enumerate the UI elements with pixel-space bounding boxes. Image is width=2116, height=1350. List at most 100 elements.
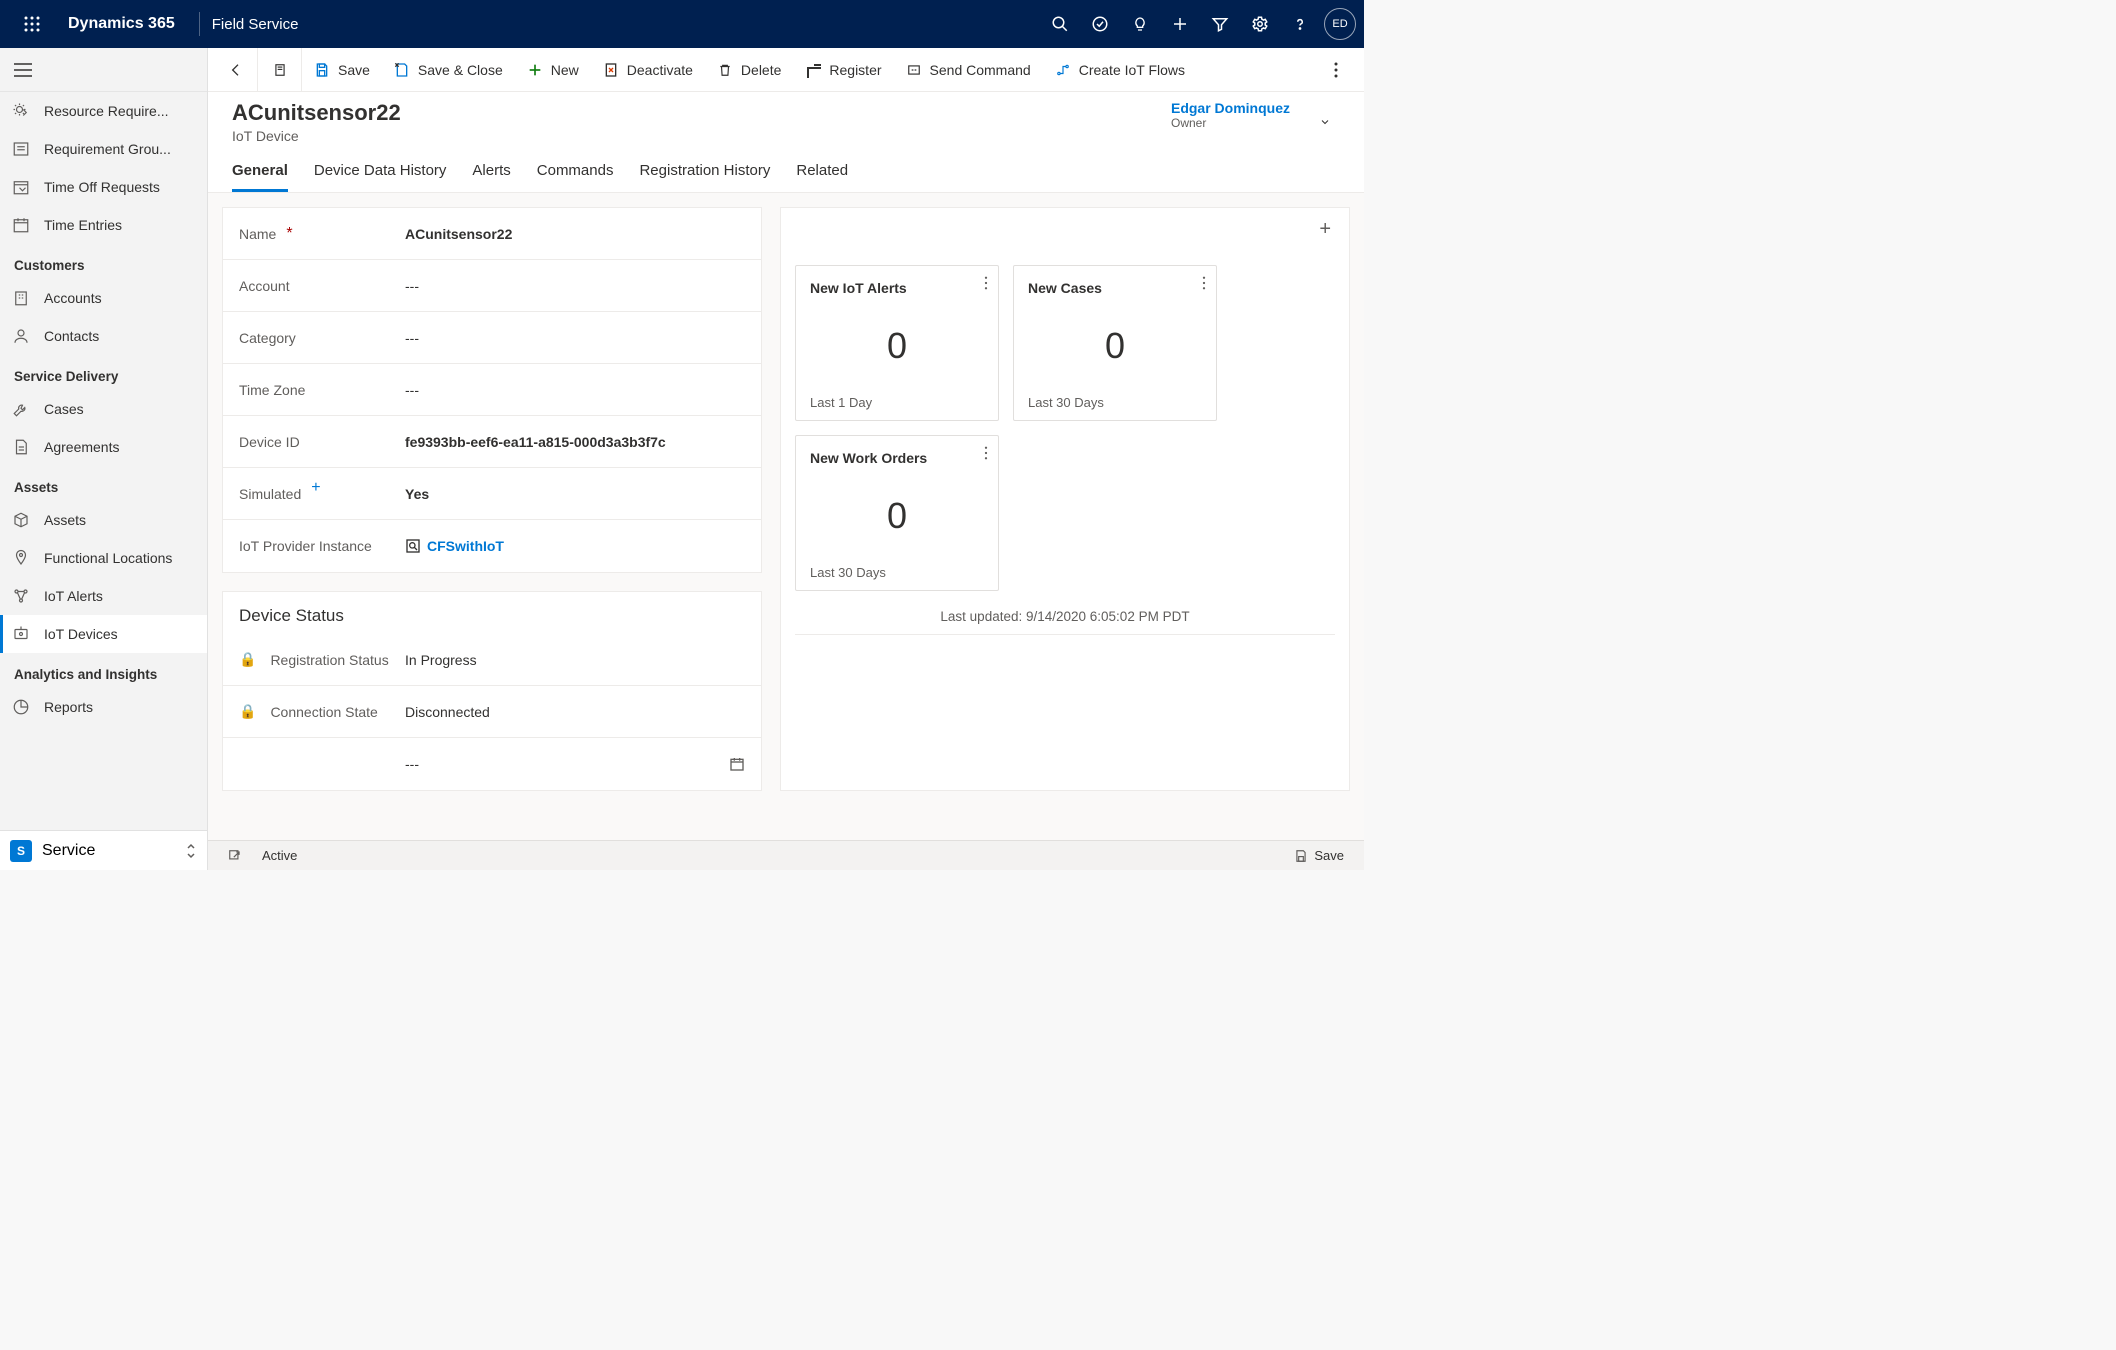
status-label[interactable]: Active [252,848,307,863]
tile-more-icon[interactable] [1202,276,1206,290]
help-icon[interactable] [1280,0,1320,48]
chevron-down-icon[interactable] [1310,110,1340,134]
nav-item-functional-locations[interactable]: Functional Locations [0,539,207,577]
search-icon[interactable] [1040,0,1080,48]
provider-field[interactable]: IoT Provider Instance CFSwithIoT [223,520,761,572]
nav-item-label: Reports [44,699,93,715]
save-close-button[interactable]: Save & Close [382,48,515,92]
save-status-button[interactable]: Save [1284,848,1354,863]
device-status-section: Device Status 🔒Registration Status In Pr… [222,591,762,791]
status-bar: Active Save [208,840,1364,870]
tile-footer: Last 1 Day [810,395,984,410]
tile-footer: Last 30 Days [1028,395,1202,410]
tile-value: 0 [810,296,984,395]
tab-alerts[interactable]: Alerts [472,156,510,192]
nav-item-requirement-grou-[interactable]: Requirement Grou... [0,130,207,168]
nav-item-reports[interactable]: Reports [0,688,207,726]
summary-tile[interactable]: New IoT Alerts0Last 1 Day [795,265,999,421]
record-subtitle: IoT Device [232,128,401,144]
nav-item-label: Accounts [44,290,102,306]
record-title: ACunitsensor22 [232,100,401,126]
nav-item-label: Time Off Requests [44,179,160,195]
plus-icon [527,62,543,78]
area-switcher[interactable]: S Service [0,830,207,870]
account-field[interactable]: Account --- [223,260,761,312]
tile-more-icon[interactable] [984,446,988,460]
tile-more-icon[interactable] [984,276,988,290]
content-area: Save Save & Close New Deactivate Delete … [208,48,1364,870]
cube-icon [12,511,30,529]
nav-section-label: Analytics and Insights [0,653,207,688]
owner-label: Owner [1171,116,1290,130]
owner-field[interactable]: Edgar Dominquez Owner [1171,100,1310,130]
more-commands-icon[interactable] [1314,48,1358,92]
nav-item-iot-devices[interactable]: IoT Devices [0,615,207,653]
calendar-check-icon [12,178,30,196]
deactivate-button[interactable]: Deactivate [591,48,705,92]
pin-icon [12,549,30,567]
back-button[interactable] [214,48,258,92]
deactivate-icon [603,62,619,78]
save-close-icon [394,62,410,78]
hamburger-icon[interactable] [0,48,207,92]
lightbulb-icon[interactable] [1120,0,1160,48]
chart-icon [12,698,30,716]
top-navigation-bar: Dynamics 365 Field Service ED [0,0,1364,48]
brand-label[interactable]: Dynamics 365 [56,15,187,33]
tab-device-data-history[interactable]: Device Data History [314,156,447,192]
chevron-updown-icon [185,843,197,859]
summary-panel: + New IoT Alerts0Last 1 DayNew Cases0Las… [780,207,1350,791]
registration-status-field: 🔒Registration Status In Progress [223,634,761,686]
nav-item-cases[interactable]: Cases [0,390,207,428]
trash-icon [717,62,733,78]
delete-button[interactable]: Delete [705,48,793,92]
app-name-label[interactable]: Field Service [212,16,299,33]
send-command-button[interactable]: Send Command [894,48,1043,92]
open-in-new-icon[interactable] [258,48,302,92]
add-tile-icon[interactable]: + [795,218,1335,241]
person-icon [12,327,30,345]
nav-section-label: Service Delivery [0,355,207,390]
name-field[interactable]: Name* ACunitsensor22 [223,208,761,260]
user-avatar[interactable]: ED [1324,8,1356,40]
plus-icon[interactable] [1160,0,1200,48]
filter-icon[interactable] [1200,0,1240,48]
nav-item-time-entries[interactable]: Time Entries [0,206,207,244]
new-button[interactable]: New [515,48,591,92]
nav-item-assets[interactable]: Assets [0,501,207,539]
tab-commands[interactable]: Commands [537,156,614,192]
tab-general[interactable]: General [232,156,288,192]
deviceid-field[interactable]: Device ID fe9393bb-eef6-ea11-a815-000d3a… [223,416,761,468]
lookup-icon [405,538,421,554]
simulated-field[interactable]: Simulated+ Yes [223,468,761,520]
nav-item-label: Contacts [44,328,99,344]
summary-tile[interactable]: New Work Orders0Last 30 Days [795,435,999,591]
lock-icon: 🔒 [239,651,256,668]
category-field[interactable]: Category --- [223,312,761,364]
nav-item-label: Time Entries [44,217,122,233]
nav-item-iot-alerts[interactable]: IoT Alerts [0,577,207,615]
connection-state-field: 🔒Connection State Disconnected [223,686,761,738]
register-button[interactable]: Register [793,48,893,92]
calendar-icon[interactable] [729,756,745,772]
form-tabs: General Device Data History Alerts Commands… [208,144,1364,193]
nav-item-contacts[interactable]: Contacts [0,317,207,355]
popout-icon[interactable] [218,849,252,863]
gear-arrow-icon [12,102,30,120]
flow-icon [1055,62,1071,78]
timezone-field[interactable]: Time Zone --- [223,364,761,416]
save-button[interactable]: Save [302,48,382,92]
left-navigation: Resource Require...Requirement Grou... Ti… [0,48,208,870]
tab-related[interactable]: Related [796,156,848,192]
extra-field[interactable]: --- [223,738,761,790]
settings-icon[interactable] [1240,0,1280,48]
summary-tile[interactable]: New Cases0Last 30 Days [1013,265,1217,421]
app-launcher-icon[interactable] [8,0,56,48]
nav-item-resource-require-[interactable]: Resource Require... [0,92,207,130]
tab-registration-history[interactable]: Registration History [639,156,770,192]
task-icon[interactable] [1080,0,1120,48]
nav-item-agreements[interactable]: Agreements [0,428,207,466]
nav-item-accounts[interactable]: Accounts [0,279,207,317]
create-flow-button[interactable]: Create IoT Flows [1043,48,1197,92]
nav-item-time-off-requests[interactable]: Time Off Requests [0,168,207,206]
